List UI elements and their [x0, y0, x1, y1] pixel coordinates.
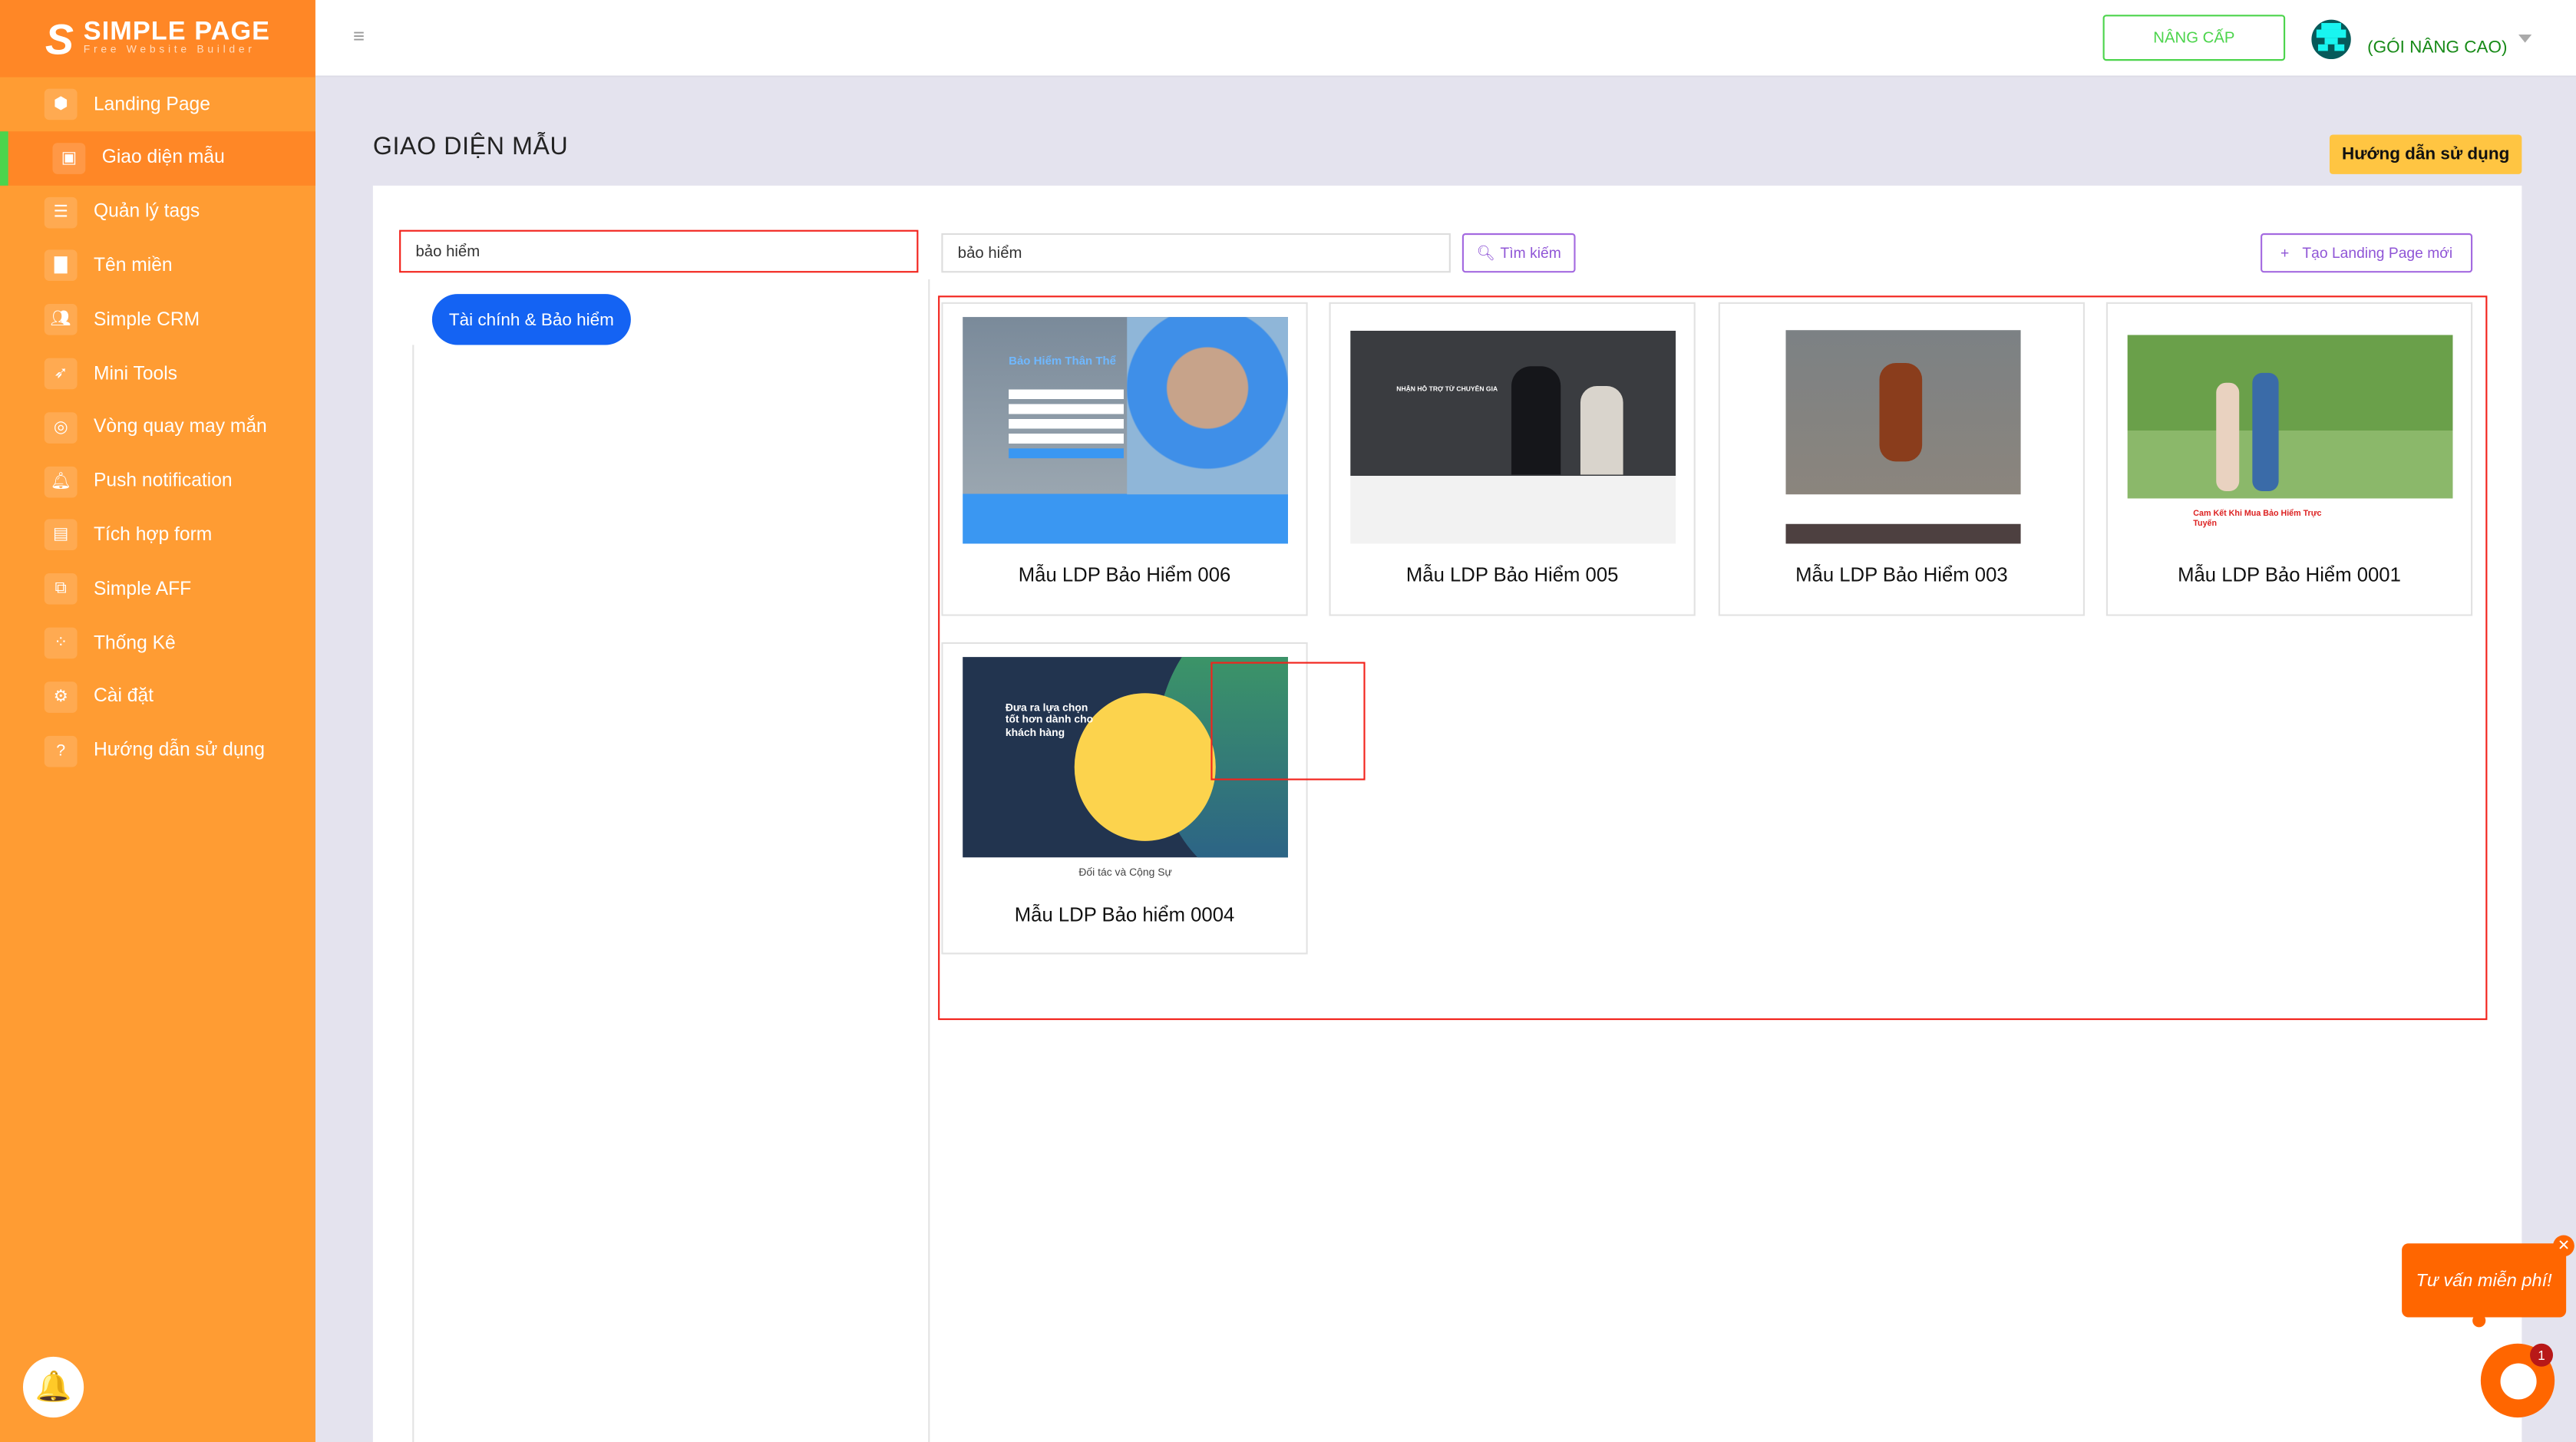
template-search-input[interactable]: bảo hiểm — [941, 233, 1451, 273]
sidebar-item-label: Simple AFF — [93, 579, 192, 599]
sidebar-item-2[interactable]: ☰ Quản lý tags — [0, 185, 315, 239]
sidebar-item-10[interactable]: ⁘ Thống Kê — [0, 616, 315, 671]
template-name: Mẫu LDP Bảo hiểm 0004 — [1014, 903, 1235, 927]
template-name: Mẫu LDP Bảo Hiểm 003 — [1795, 563, 2008, 587]
sidebar-item-5[interactable]: ➶ Mini Tools — [0, 347, 315, 401]
template-thumbnail: Đưa ra lựa chọn tốt hơn dành cho khách h… — [963, 657, 1288, 858]
template-name: Mẫu LDP Bảo Hiểm 005 — [1405, 563, 1619, 587]
template-name: Mẫu LDP Bảo Hiểm 006 — [1018, 563, 1231, 587]
sidebar-item-12[interactable]: ? Hướng dẫn sử dụng — [0, 724, 315, 778]
sidebar-item-label: Push notification — [93, 471, 233, 492]
divider — [928, 279, 930, 1442]
users-icon: 👥︎ — [44, 304, 78, 336]
template-name: Mẫu LDP Bảo Hiểm 0001 — [2178, 563, 2401, 587]
sidebar-item-label: Simple CRM — [93, 309, 200, 330]
share-icon: ⧉ — [44, 573, 78, 606]
template-card[interactable]: Mẫu LDP Bảo Hiểm 003 — [1718, 302, 2086, 616]
list-icon: ☰ — [44, 196, 78, 228]
category-search-input[interactable]: bảo hiểm — [399, 229, 919, 273]
sidebar-item-1[interactable]: ▣ Giao diện mẫu — [0, 130, 315, 186]
chevron-down-icon[interactable] — [2518, 34, 2532, 43]
sidebar-item-0[interactable]: ⬢ Landing Page — [0, 78, 315, 132]
create-landing-page-button[interactable]: + Tạo Landing Page mới — [2261, 233, 2473, 273]
sidebar-item-label: Vòng quay may mắn — [93, 417, 267, 437]
chat-icon — [2499, 1362, 2536, 1399]
sidebar-item-6[interactable]: ◎ Vòng quay may mắn — [0, 401, 315, 455]
plus-icon: + — [2280, 244, 2290, 262]
bubble-dot — [2472, 1314, 2486, 1328]
sidebar-item-3[interactable]: ▇ Tên miền — [0, 239, 315, 293]
template-icon: ▣ — [52, 142, 86, 174]
cube-icon: ⬢ — [44, 88, 78, 120]
bell-icon: 🔔︎ — [44, 465, 78, 497]
sidebar-item-8[interactable]: ▤ Tích hợp form — [0, 508, 315, 563]
bar-chart-icon: ▇ — [44, 250, 78, 282]
sidebar-item-7[interactable]: 🔔︎ Push notification — [0, 454, 315, 509]
search-button-label: Tìm kiếm — [1500, 244, 1561, 262]
sidebar-item-11[interactable]: ⚙ Cài đặt — [0, 670, 315, 724]
form-icon: ▤ — [44, 520, 78, 551]
logo-icon: S — [45, 14, 74, 64]
template-card[interactable]: NHẬN HỖ TRỢ TỪ CHUYÊN GIA Mẫu LDP Bảo Hi… — [1329, 302, 1696, 616]
thumbnail-caption: Đối tác và Cộng Sự — [1078, 867, 1172, 879]
sidebar-item-label: Tích hợp form — [93, 525, 213, 546]
sidebar-item-label: Landing Page — [93, 94, 210, 114]
template-thumbnail — [1739, 317, 2066, 544]
sidebar: S SIMPLE PAGE Free Website Builder ⬢ Landi… — [0, 0, 315, 1442]
template-thumbnail: NHẬN HỖ TRỢ TỪ CHUYÊN GIA — [1350, 317, 1676, 544]
template-thumbnail: Bảo Hiểm Thân Thể — [963, 317, 1288, 544]
sidebar-item-label: Tên miền — [93, 256, 173, 276]
sidebar-item-label: Quản lý tags — [93, 202, 200, 223]
rocket-icon: ➶ — [44, 358, 78, 390]
notification-bell-button[interactable]: 🔔 — [22, 1356, 84, 1418]
search-icon: 🔍︎ — [1476, 243, 1496, 261]
help-icon: ? — [44, 734, 78, 767]
brand-name: SIMPLE PAGE — [83, 18, 271, 47]
close-icon[interactable]: ✕ — [2553, 1235, 2574, 1257]
search-button[interactable]: 🔍︎ Tìm kiếm — [1461, 233, 1576, 273]
stats-icon: ⁘ — [44, 627, 78, 659]
brand-tagline: Free Website Builder — [83, 45, 256, 57]
sidebar-item-9[interactable]: ⧉ Simple AFF — [0, 562, 315, 616]
sidebar-item-label: Cài đặt — [93, 687, 154, 707]
template-card[interactable]: Bảo Hiểm Thân Thể Mẫu LDP Bảo Hiểm 006 — [941, 302, 1308, 616]
chat-prompt-bubble[interactable]: Tư vấn miễn phí! — [2402, 1243, 2567, 1318]
bell-icon: 🔔 — [35, 1370, 72, 1403]
chat-unread-badge: 1 — [2530, 1343, 2554, 1367]
template-card[interactable]: Đưa ra lựa chọn tốt hơn dành cho khách h… — [941, 642, 1308, 955]
wheel-icon: ◎ — [44, 411, 78, 444]
upgrade-button[interactable]: NÂNG CẤP — [2102, 15, 2286, 61]
logo[interactable]: S SIMPLE PAGE Free Website Builder — [0, 0, 315, 78]
plan-label[interactable]: (GÓI NÂNG CAO) — [2367, 38, 2507, 58]
sidebar-item-label: Thống Kê — [93, 633, 176, 653]
avatar[interactable] — [2311, 19, 2351, 60]
sidebar-item-label: Hướng dẫn sử dụng — [93, 741, 265, 761]
guide-button[interactable]: Hướng dẫn sử dụng — [2329, 134, 2522, 174]
create-button-label: Tạo Landing Page mới — [2302, 244, 2453, 262]
hamburger-menu-icon[interactable]: ≡ — [353, 25, 365, 48]
template-card[interactable]: Cam Kết Khi Mua Bảo Hiểm Trực Tuyến Mẫu … — [2105, 302, 2473, 616]
category-tag-finance-insurance[interactable]: Tài chính & Bảo hiểm — [431, 294, 631, 345]
sidebar-item-label: Giao diện mẫu — [101, 148, 225, 168]
page-title: GIAO DIỆN MẪU — [372, 133, 569, 161]
divider — [412, 345, 414, 1442]
sidebar-item-4[interactable]: 👥︎ Simple CRM — [0, 292, 315, 347]
template-thumbnail: Cam Kết Khi Mua Bảo Hiểm Trực Tuyến — [2127, 317, 2453, 544]
gear-icon: ⚙ — [44, 681, 78, 713]
sidebar-item-label: Mini Tools — [93, 364, 177, 384]
